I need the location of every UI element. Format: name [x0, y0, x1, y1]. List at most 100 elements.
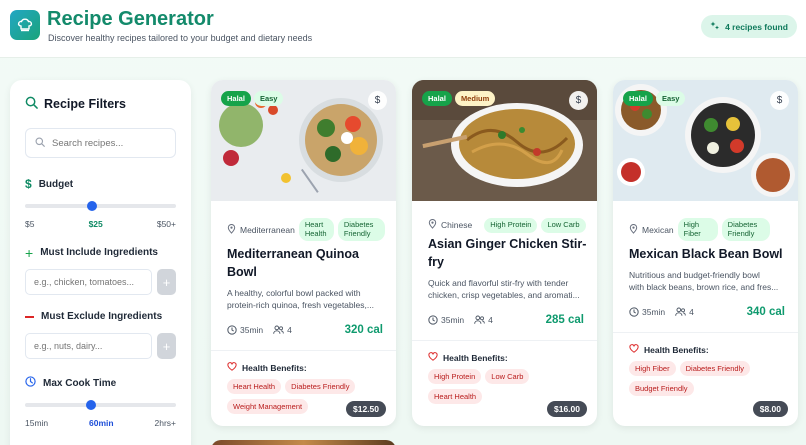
app-header: Recipe Generator Discover healthy recipe… [0, 0, 806, 58]
health-benefits-label: Health Benefits: [629, 344, 709, 355]
include-ingredients-row: + [25, 269, 176, 295]
dollar-icon[interactable]: $ [368, 91, 387, 110]
cuisine-row: Chinese High Protein Low Carb [428, 218, 586, 233]
recipes-found-badge: 4 recipes found [701, 15, 797, 38]
recipe-description: Quick and flavorful stir-fry with tender… [428, 278, 580, 301]
app-title: Recipe Generator [47, 8, 214, 30]
health-benefit-chip: Budget Friendly [629, 381, 694, 396]
recipe-search-box[interactable] [25, 128, 176, 158]
servings: 4 [287, 325, 292, 335]
location-pin-icon [227, 223, 236, 236]
recipe-title: Mexican Black Bean Bowl [629, 247, 783, 261]
dollar-icon: $ [25, 177, 32, 191]
recipe-meta: 35min 4 340 cal [629, 306, 785, 318]
minus-icon [25, 315, 34, 318]
halal-tag: Halal [623, 91, 653, 106]
difficulty-tag: Easy [655, 91, 686, 106]
location-pin-icon [629, 223, 638, 236]
health-benefit-chips: High Fiber Diabetes Friendly Budget Frie… [629, 361, 787, 396]
cuisine-row: Mediterranean Heart Health Diabetes Frie… [227, 218, 385, 242]
price-badge: $8.00 [752, 401, 788, 417]
servings-icon [675, 307, 686, 317]
recipe-tags: Halal Easy [221, 91, 284, 106]
budget-label: $ Budget [25, 177, 74, 191]
exclude-ingredients-input[interactable] [25, 333, 152, 359]
recipe-description: A healthy, colorful bowl packed with pro… [227, 288, 374, 311]
search-icon [25, 96, 38, 112]
card-divider [613, 332, 798, 333]
include-ingredients-input[interactable] [25, 269, 152, 295]
recipe-title: Mediterranean Quinoa Bowl [227, 247, 359, 279]
max-cook-time-label: Max Cook Time [25, 376, 116, 390]
calories: 340 cal [746, 306, 785, 318]
cuisine-label: Chinese [441, 220, 473, 231]
card-divider [211, 350, 396, 351]
diet-chip: Heart Health [298, 218, 334, 242]
dollar-icon[interactable]: $ [770, 91, 789, 110]
location-pin-icon [428, 219, 437, 231]
recipe-filters-panel: Recipe Filters $ Budget $5 $25 $50+ + Mu… [10, 80, 191, 445]
health-benefits-label: Health Benefits: [428, 352, 508, 363]
servings-icon [474, 315, 485, 325]
cuisine-label: Mexican [642, 224, 674, 235]
health-benefit-chip: Heart Health [227, 379, 282, 394]
plus-icon: + [25, 244, 34, 261]
recipe-card-mediterranean-quinoa-bowl[interactable]: Halal Easy $ $12.50 Mediterranean Heart … [211, 80, 396, 426]
clock-icon [227, 325, 237, 335]
exclude-ingredients-label: Must Exclude Ingredients [25, 311, 162, 322]
recipe-card-asian-ginger-chicken-stir-fry[interactable]: Halal Medium $ $16.00 Chinese High Prote… [412, 80, 597, 426]
heart-icon [227, 362, 237, 373]
recipe-card-partial[interactable] [211, 440, 396, 445]
dollar-icon[interactable]: $ [569, 91, 588, 110]
calories: 285 cal [545, 314, 584, 326]
clock-icon [428, 315, 438, 325]
recipe-card-mexican-black-bean-bowl[interactable]: Halal Easy $ $8.00 Mexican High Fiber Di… [613, 80, 798, 426]
clock-icon [25, 376, 36, 390]
budget-value: $25 [88, 219, 103, 229]
cuisine-label: Mediterranean [240, 224, 295, 235]
budget-slider-labels: $5 $25 $50+ [25, 219, 176, 229]
recipe-meta: 35min 4 320 cal [227, 324, 383, 336]
exclude-ingredients-row: + [25, 333, 176, 359]
budget-slider-thumb[interactable] [87, 201, 98, 211]
add-exclude-button[interactable]: + [157, 333, 176, 359]
diet-chip: Diabetes Friendly [337, 218, 385, 242]
health-benefit-chip: High Protein [428, 369, 482, 384]
cook-time: 35min [642, 307, 666, 317]
diet-chip: High Fiber [677, 218, 718, 242]
budget-slider[interactable] [25, 201, 176, 211]
health-benefit-chip: Heart Health [428, 389, 483, 404]
health-benefit-chip: Low Carb [485, 369, 530, 384]
health-benefit-chips: High Protein Low Carb Heart Health [428, 369, 586, 404]
health-benefit-chip: Diabetes Friendly [679, 361, 750, 376]
health-benefits-label: Health Benefits: [227, 362, 307, 373]
diet-chip: High Protein [484, 218, 538, 233]
recipe-title: Asian Ginger Chicken Stir- fry [428, 237, 587, 269]
diet-chip: Low Carb [541, 218, 586, 233]
app-subtitle: Discover healthy recipes tailored to you… [48, 33, 313, 43]
halal-tag: Halal [422, 91, 452, 106]
cook-time-value: 60min [89, 418, 114, 428]
cuisine-row: Mexican High Fiber Diabetes Friendly [629, 218, 770, 242]
sparkle-icon [710, 21, 720, 33]
recipes-found-text: 4 recipes found [725, 21, 788, 32]
servings: 4 [488, 315, 493, 325]
cook-time-slider-labels: 15min 60min 2hrs+ [25, 418, 176, 428]
add-include-button[interactable]: + [157, 269, 176, 295]
recipe-meta: 35min 4 285 cal [428, 314, 584, 326]
recipe-description: Nutritious and budget-friendly bowl with… [629, 270, 779, 293]
cook-time-slider[interactable] [25, 400, 176, 410]
clock-icon [629, 307, 639, 317]
cook-time-slider-thumb[interactable] [85, 400, 96, 410]
include-ingredients-label: + Must Include Ingredients [25, 244, 158, 261]
card-divider [412, 340, 597, 341]
chef-hat-logo-icon [10, 10, 40, 40]
health-benefit-chips: Heart Health Diabetes Friendly Weight Ma… [227, 379, 385, 414]
calories: 320 cal [344, 324, 383, 336]
filters-title: Recipe Filters [44, 97, 126, 111]
difficulty-tag: Medium [454, 91, 496, 106]
heart-icon [428, 352, 438, 363]
search-input[interactable] [52, 137, 167, 149]
health-benefit-chip: Weight Management [227, 399, 309, 414]
search-icon [35, 134, 45, 152]
